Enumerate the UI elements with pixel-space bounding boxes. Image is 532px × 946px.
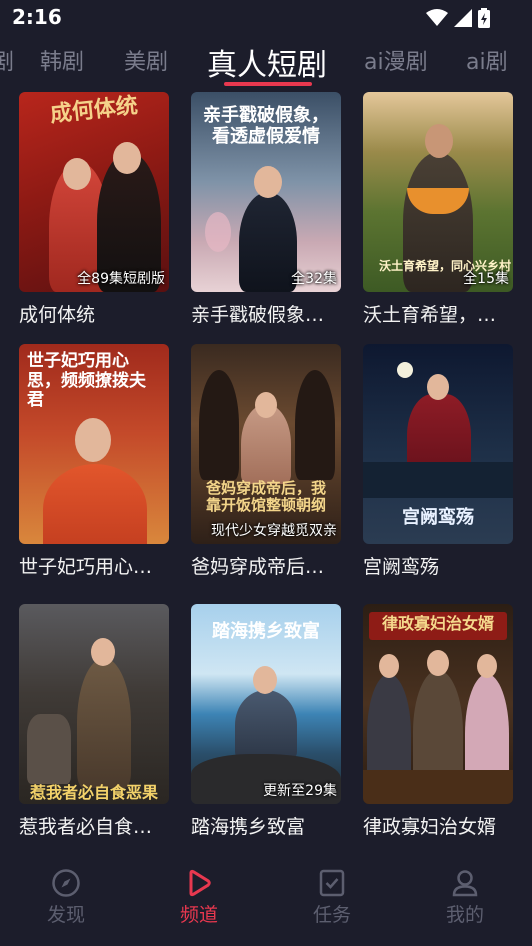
- tab-us-drama[interactable]: 美剧: [124, 44, 168, 76]
- category-tabs: 剧 韩剧 美剧 真人短剧 ai漫剧 ai剧: [0, 36, 532, 90]
- nav-channel[interactable]: 频道: [149, 868, 249, 927]
- palace-poster: 爸妈穿成帝后，我靠开饭馆整顿朝纲 现代少女穿越觅双亲: [191, 344, 341, 544]
- episode-badge: 全32集: [291, 271, 337, 287]
- drama-card[interactable]: 成何体统 全89集短剧版 成何体统: [19, 92, 169, 326]
- bottom-nav: 发现 频道 任务 我的: [0, 856, 532, 946]
- profile-icon: [452, 870, 478, 897]
- drama-card[interactable]: 爸妈穿成帝后，我靠开饭馆整顿朝纲 现代少女穿越觅双亲 爸妈穿成帝后，我靠开饭馆整…: [191, 344, 341, 578]
- status-icons: [426, 8, 490, 28]
- nav-profile[interactable]: 我的: [415, 868, 515, 927]
- episode-badge: 更新至29集: [263, 783, 337, 799]
- seaside-poster: 踏海携乡致富 更新至29集: [191, 604, 341, 804]
- tab-ai-comic-drama[interactable]: ai漫剧: [364, 44, 428, 76]
- poster-title: 世子妃巧用心思，频频撩拨夫君: [27, 351, 146, 411]
- tab-korean-drama[interactable]: 韩剧: [40, 44, 84, 76]
- drama-title: 亲手戳破假象，看透虚假爱情: [191, 304, 341, 326]
- poster-title: 惹我者必自食恶果: [29, 783, 158, 802]
- drama-title: 成何体统: [19, 304, 96, 326]
- status-bar: 2:16: [0, 0, 532, 36]
- drama-card[interactable]: 宫阙鸾殇 宫阙鸾殇: [363, 344, 513, 578]
- village-girl-poster: 惹我者必自食恶果: [19, 604, 169, 804]
- drama-title: 世子妃巧用心思，频频撩拨夫君: [19, 556, 169, 578]
- drama-card[interactable]: 亲手戳破假象，看透虚假爱情 全32集 亲手戳破假象，看透虚假爱情: [191, 92, 341, 326]
- nav-label: 频道: [179, 904, 218, 926]
- poster-title: 宫阙鸾殇: [402, 507, 474, 528]
- drama-card[interactable]: 惹我者必自食恶果 惹我者必自食恶果: [19, 604, 169, 838]
- nav-label: 任务: [312, 904, 351, 926]
- compass-icon: [52, 869, 80, 897]
- nav-tasks[interactable]: 任务: [282, 868, 382, 927]
- tab-ju[interactable]: 剧: [0, 44, 14, 76]
- drama-title: 惹我者必自食恶果: [19, 816, 169, 838]
- drama-title: 宫阙鸾殇: [363, 556, 440, 578]
- farmer-poster: 沃土育希望，同心兴乡村 全15集: [363, 92, 513, 292]
- episode-badge: 现代少女穿越觅双亲: [211, 523, 337, 539]
- couple-poster: 成何体统 全89集短剧版: [19, 92, 169, 292]
- nav-discover[interactable]: 发现: [16, 868, 116, 927]
- drama-card[interactable]: 世子妃巧用心思，频频撩拨夫君 世子妃巧用心思，频频撩拨夫君: [19, 344, 169, 578]
- episode-badge: 全89集短剧版: [77, 271, 165, 287]
- task-icon: [319, 869, 345, 897]
- drama-card[interactable]: 沃土育希望，同心兴乡村 全15集 沃土育希望，同心兴乡村: [363, 92, 513, 326]
- battery-icon: [478, 8, 490, 28]
- drama-title: 踏海携乡致富: [191, 816, 306, 838]
- play-icon: [189, 869, 211, 897]
- episode-badge: 全15集: [463, 271, 509, 287]
- nav-label: 我的: [445, 904, 484, 926]
- poster-title: 亲手戳破假象，看透虚假爱情: [203, 105, 329, 147]
- poster-title: 律政寡妇治女婿: [381, 614, 494, 633]
- tab-live-short-drama[interactable]: 真人短剧: [207, 40, 327, 84]
- tab-ai-drama[interactable]: ai剧: [466, 44, 508, 76]
- drama-title: 律政寡妇治女婿: [363, 816, 497, 838]
- night-palace-poster: 宫阙鸾殇: [363, 344, 513, 544]
- signal-icon: [454, 9, 472, 27]
- status-time: 2:16: [12, 5, 62, 29]
- poster-title: 爸妈穿成帝后，我靠开饭馆整顿朝纲: [205, 479, 326, 515]
- court-poster: 律政寡妇治女婿: [363, 604, 513, 804]
- man-suit-poster: 亲手戳破假象，看透虚假爱情 全32集: [191, 92, 341, 292]
- poster-title: 成何体统: [48, 92, 140, 128]
- poster-title: 踏海携乡致富: [212, 621, 320, 642]
- drama-title: 爸妈穿成帝后，我靠开饭馆整顿朝纲: [191, 556, 341, 578]
- drama-title: 沃土育希望，同心兴乡村: [363, 304, 513, 326]
- wifi-icon: [426, 9, 448, 26]
- princess-poster: 世子妃巧用心思，频频撩拨夫君: [19, 344, 169, 544]
- nav-label: 发现: [46, 904, 85, 926]
- active-tab-indicator: [224, 82, 312, 86]
- drama-card[interactable]: 律政寡妇治女婿 律政寡妇治女婿: [363, 604, 513, 838]
- drama-card[interactable]: 踏海携乡致富 更新至29集 踏海携乡致富: [191, 604, 341, 838]
